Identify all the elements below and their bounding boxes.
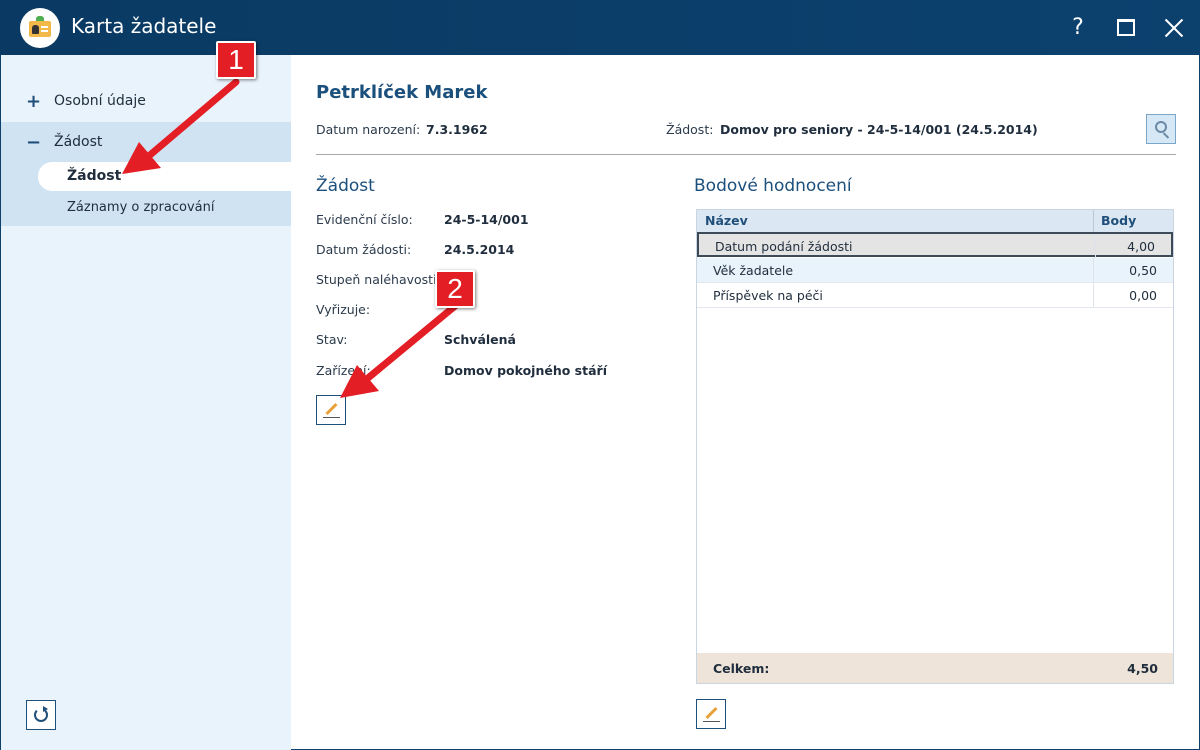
field-value: 24-5-14/001 — [444, 212, 529, 227]
callout-1: 1 — [216, 41, 256, 79]
field-label: Stupeň naléhavosti: — [316, 272, 441, 287]
row-name: Věk žadatele — [713, 263, 794, 278]
scoring-section-title: Bodové hodnocení — [694, 176, 852, 196]
divider — [316, 154, 1176, 155]
sidebar-item-label: Osobní údaje — [54, 93, 146, 109]
table-row[interactable]: Datum podání žádosti 4,00 — [697, 232, 1173, 258]
sidebar: + Osobní údaje − Žádost Žádost Záznamy o… — [0, 55, 292, 750]
field-label: Evidenční číslo: — [316, 212, 413, 227]
applicant-card-icon — [20, 8, 60, 48]
birth-date-label: Datum narození: — [316, 122, 421, 137]
request-section-title: Žádost — [316, 176, 375, 196]
search-button[interactable] — [1146, 114, 1176, 144]
birth-date-value: 7.3.1962 — [426, 122, 488, 137]
maximize-icon — [1117, 19, 1135, 36]
edit-request-button[interactable] — [316, 395, 346, 425]
total-label: Celkem: — [713, 661, 770, 676]
request-value: Domov pro seniory - 24-5-14/001 (24.5.20… — [720, 122, 1038, 137]
sidebar-item-label: Žádost — [54, 134, 103, 150]
edit-scoring-button[interactable] — [696, 699, 726, 729]
field-label: Vyřizuje: — [316, 302, 371, 317]
sidebar-subitem-zaznamy[interactable]: Záznamy o zpracování — [67, 200, 214, 215]
expand-icon: + — [26, 91, 42, 112]
collapse-icon: − — [26, 132, 42, 153]
field-label: Stav: — [316, 332, 348, 347]
request-label: Žádost: — [666, 122, 714, 137]
table-header: Název Body — [697, 210, 1173, 232]
column-header-points[interactable]: Body — [1101, 213, 1136, 228]
column-header-name[interactable]: Název — [705, 213, 748, 228]
field-value: 24.5.2014 — [444, 242, 515, 257]
sidebar-subitem-zadost[interactable]: Žádost — [38, 162, 292, 191]
row-name: Příspěvek na péči — [713, 288, 823, 303]
close-button[interactable] — [1156, 10, 1192, 46]
maximize-button[interactable] — [1108, 10, 1144, 46]
refresh-button[interactable] — [26, 700, 56, 730]
row-name: Datum podání žádosti — [715, 239, 853, 254]
field-value: Domov pokojného stáří — [444, 363, 607, 378]
total-value: 4,50 — [1127, 661, 1158, 676]
main-panel: Petrklíček Marek Datum narození: 7.3.196… — [291, 55, 1200, 750]
field-label: Zařízení: — [316, 363, 371, 378]
scoring-table: Název Body Datum podání žádosti 4,00 Věk… — [696, 209, 1174, 684]
pencil-icon — [705, 706, 718, 720]
search-icon — [1155, 121, 1167, 133]
table-footer: Celkem: 4,50 — [697, 653, 1173, 683]
window-title: Karta žadatele — [71, 14, 217, 38]
field-value: Schválená — [444, 332, 516, 347]
table-row[interactable]: Příspěvek na péči 0,00 — [697, 283, 1173, 308]
sidebar-item-osobni-udaje[interactable]: + Osobní údaje — [1, 81, 292, 121]
callout-2: 2 — [435, 270, 475, 308]
sidebar-subitem-label: Žádost — [67, 168, 122, 184]
help-button[interactable]: ? — [1060, 10, 1096, 46]
pencil-icon — [325, 402, 338, 416]
sidebar-item-zadost[interactable]: − Žádost — [1, 122, 292, 162]
row-points: 0,00 — [1129, 288, 1157, 303]
title-bar: Karta žadatele ? — [0, 0, 1200, 55]
row-points: 0,50 — [1129, 263, 1157, 278]
row-points: 4,00 — [1127, 239, 1155, 254]
field-label: Datum žádosti: — [316, 242, 412, 257]
applicant-name: Petrklíček Marek — [316, 82, 488, 103]
table-row[interactable]: Věk žadatele 0,50 — [697, 258, 1173, 283]
